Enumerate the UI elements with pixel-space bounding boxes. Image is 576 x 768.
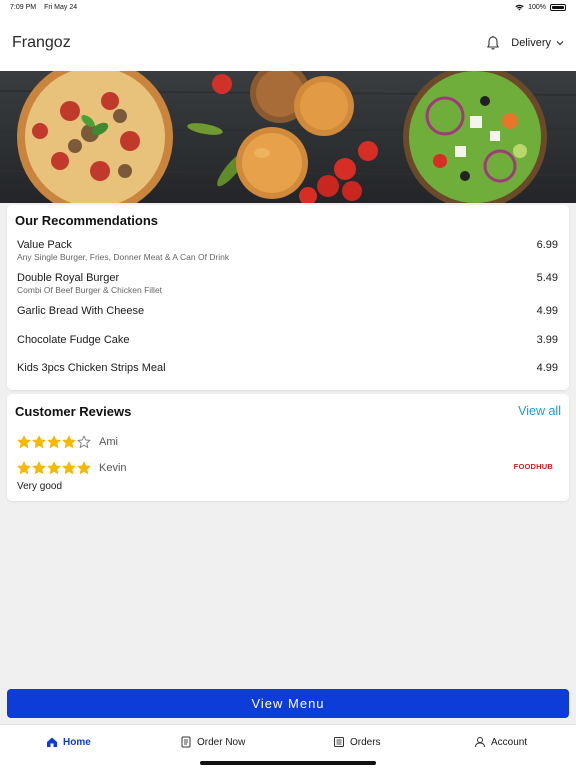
account-icon	[475, 737, 485, 748]
review-item: Kevin	[17, 461, 127, 475]
recommendation-item[interactable]: Double Royal Burger Combi Of Beef Burger…	[17, 272, 558, 295]
reviewer-name: Kevin	[99, 462, 127, 474]
status-date: Fri May 24	[44, 3, 78, 11]
home-indicator	[200, 761, 376, 765]
tab-label: Order Now	[197, 736, 246, 748]
chevron-down-icon	[556, 40, 564, 45]
reviews-title: Customer Reviews	[15, 404, 132, 419]
star-filled-icon	[32, 461, 46, 474]
item-description: Combi Of Beef Burger & Chicken Fillet	[17, 285, 163, 295]
salad-image	[403, 71, 547, 203]
bell-icon[interactable]	[485, 35, 501, 51]
orders-list-icon	[334, 737, 344, 747]
item-price: 4.99	[536, 362, 558, 374]
wifi-icon	[515, 4, 524, 10]
tab-orders[interactable]: Orders	[333, 736, 381, 748]
app-title: Frangoz	[12, 33, 71, 51]
food-banner-image	[0, 71, 576, 203]
item-price: 4.99	[536, 305, 558, 317]
status-time: 7:09 PM	[10, 3, 37, 11]
star-rating	[17, 435, 91, 449]
battery-icon	[550, 3, 566, 11]
recommendation-item[interactable]: Kids 3pcs Chicken Strips Meal 4.99	[17, 362, 558, 374]
star-filled-icon	[17, 435, 31, 448]
item-description: Any Single Burger, Fries, Donner Meat & …	[17, 252, 230, 262]
star-filled-icon	[62, 461, 76, 474]
recommendations-title: Our Recommendations	[15, 213, 159, 228]
order-icon	[181, 736, 191, 748]
item-price: 5.49	[536, 272, 558, 284]
recommendation-item[interactable]: Chocolate Fudge Cake 3.99	[17, 334, 558, 346]
view-all-reviews-link[interactable]: View all	[518, 404, 561, 418]
recommendations-card: Our Recommendations Value Pack Any Singl…	[7, 205, 569, 390]
app-header: Frangoz Delivery	[0, 14, 576, 71]
star-filled-icon	[17, 461, 31, 474]
hero-food-banner	[0, 71, 576, 203]
tab-home[interactable]: Home	[46, 736, 91, 748]
customer-reviews-card: Customer Reviews View all Ami Kevin Very…	[7, 394, 569, 501]
item-name: Chocolate Fudge Cake	[17, 334, 130, 346]
item-name: Kids 3pcs Chicken Strips Meal	[17, 362, 166, 374]
foodhub-logo: FOODHUB	[513, 462, 553, 471]
item-name: Double Royal Burger	[17, 272, 120, 284]
item-price: 3.99	[536, 334, 558, 346]
review-text: Very good	[17, 481, 63, 492]
star-filled-icon	[47, 435, 61, 448]
status-bar: 7:09 PM Fri May 24 100%	[0, 0, 576, 14]
bottom-tab-bar: Home Order Now Orders Account	[0, 724, 576, 768]
star-filled-icon	[62, 435, 76, 448]
star-rating	[17, 461, 91, 475]
star-filled-icon	[77, 461, 91, 474]
delivery-label: Delivery	[511, 36, 551, 49]
recommendation-item[interactable]: Garlic Bread With Cheese 4.99	[17, 305, 558, 317]
tab-label: Orders	[350, 736, 381, 748]
recommendation-item[interactable]: Value Pack Any Single Burger, Fries, Don…	[17, 239, 558, 262]
tab-label: Account	[491, 736, 528, 748]
star-empty-icon	[77, 435, 91, 448]
star-filled-icon	[32, 435, 46, 448]
tab-label: Home	[63, 736, 91, 748]
item-name: Garlic Bread With Cheese	[17, 305, 145, 317]
item-name: Value Pack	[17, 239, 72, 251]
reviewer-name: Ami	[99, 436, 118, 448]
star-filled-icon	[47, 461, 61, 474]
view-menu-button[interactable]: View Menu	[7, 689, 569, 718]
tab-account[interactable]: Account	[474, 736, 527, 748]
item-price: 6.99	[536, 239, 558, 251]
delivery-mode-selector[interactable]: Delivery	[511, 37, 564, 49]
review-item: Ami	[17, 435, 118, 449]
pizza-image	[17, 71, 173, 203]
battery-percent: 100%	[528, 3, 546, 11]
home-icon	[47, 737, 57, 747]
tab-order-now[interactable]: Order Now	[180, 736, 245, 748]
